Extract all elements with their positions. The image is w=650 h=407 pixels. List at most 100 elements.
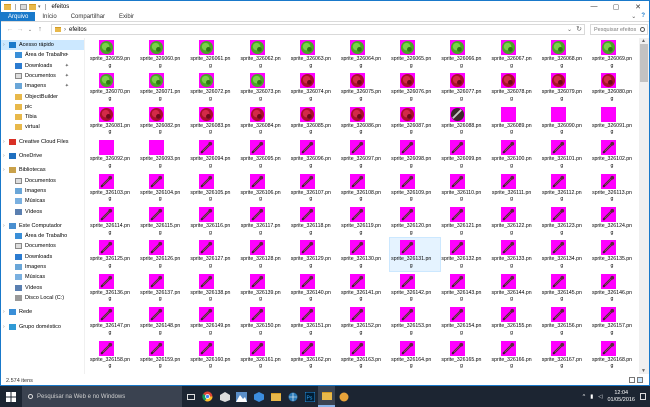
taskbar-photoshop[interactable]: Ps [301,386,318,407]
file-item[interactable]: sprite_326098.pn g [390,138,440,171]
chevron-right-icon[interactable]: › [64,27,66,33]
up-icon[interactable]: ↑ [35,26,45,33]
file-item[interactable]: sprite_326067.pn g [491,38,541,71]
tab-view[interactable]: Exibir [112,12,141,21]
file-item[interactable]: sprite_326076.pn g [390,71,440,104]
sidebar-item-v-deos[interactable]: Vídeos [1,207,84,217]
sidebar-item-pic[interactable]: pic [1,102,84,112]
taskbar-folder[interactable] [267,386,284,407]
notifications-icon[interactable] [640,393,646,400]
address-dropdown-icon[interactable]: ⌄ [567,26,572,33]
file-item[interactable]: sprite_326150.pn g [240,305,290,338]
file-item[interactable]: sprite_326062.pn g [240,38,290,71]
task-view-button[interactable] [182,386,199,407]
file-item[interactable]: sprite_326123.pn g [541,205,591,238]
file-item[interactable]: sprite_326097.pn g [340,138,390,171]
file-item[interactable]: sprite_326101.pn g [541,138,591,171]
file-item[interactable]: sprite_326092.pn g [89,138,139,171]
file-item[interactable]: sprite_326059.pn g [89,38,139,71]
file-item[interactable]: sprite_326126.pn g [139,238,189,271]
tab-share[interactable]: Compartilhar [64,12,112,21]
file-item[interactable]: sprite_326155.pn g [491,305,541,338]
sidebar-item-este-computador[interactable]: › Este Computador [1,221,84,231]
file-item[interactable]: sprite_326142.pn g [390,272,440,305]
sidebar-item-imagens[interactable]: Imagens [1,262,84,272]
file-item[interactable]: sprite_326100.pn g [491,138,541,171]
expand-ribbon-icon[interactable]: ⌄ [631,13,636,20]
file-item[interactable]: sprite_326103.pn g [89,172,139,205]
file-item[interactable]: sprite_326078.pn g [491,71,541,104]
file-item[interactable]: sprite_326128.pn g [240,238,290,271]
file-item[interactable]: sprite_326093.pn g [139,138,189,171]
file-item[interactable]: sprite_326065.pn g [390,38,440,71]
volume-icon[interactable]: ◁ [598,394,602,400]
taskbar-chrome[interactable] [199,386,216,407]
file-item[interactable]: sprite_326138.pn g [189,272,239,305]
taskbar-unity[interactable] [216,386,233,407]
show-hidden-icons-icon[interactable]: ^ [583,394,586,400]
file-item[interactable]: sprite_326137.pn g [139,272,189,305]
file-item[interactable]: sprite_326131.pn g [389,237,442,273]
file-item[interactable]: sprite_326141.pn g [340,272,390,305]
sidebar-item-tibia[interactable]: Tibia [1,112,84,122]
file-item[interactable]: sprite_326090.pn g [541,105,591,138]
file-item[interactable]: sprite_326102.pn g [591,138,637,171]
pin-icon[interactable]: ✦ [65,83,69,89]
file-item[interactable]: sprite_326072.pn g [189,71,239,104]
file-item[interactable]: sprite_326108.pn g [340,172,390,205]
file-item[interactable]: sprite_326132.pn g [440,238,490,271]
taskbar-app-globe[interactable] [284,386,301,407]
sidebar-item-imagens[interactable]: Imagens ✦ [1,81,84,91]
file-item[interactable]: sprite_326121.pn g [440,205,490,238]
file-item[interactable]: sprite_326070.pn g [89,71,139,104]
scrollbar-thumb[interactable] [640,44,648,82]
file-item[interactable]: sprite_326119.pn g [340,205,390,238]
file-item[interactable]: sprite_326106.pn g [240,172,290,205]
sidebar-item--rea-de-trabalho[interactable]: Área de Trabalho ✦ [1,50,84,60]
file-item[interactable]: sprite_326156.pn g [541,305,591,338]
file-item[interactable]: sprite_326144.pn g [491,272,541,305]
file-item[interactable]: sprite_326120.pn g [390,205,440,238]
file-item[interactable]: sprite_326139.pn g [240,272,290,305]
file-item[interactable]: sprite_326073.pn g [240,71,290,104]
file-item[interactable]: sprite_326118.pn g [290,205,340,238]
file-item[interactable]: sprite_326152.pn g [340,305,390,338]
help-icon[interactable]: ? [641,13,645,20]
file-item[interactable]: sprite_326109.pn g [390,172,440,205]
file-item[interactable]: sprite_326148.pn g [139,305,189,338]
file-item[interactable]: sprite_326079.pn g [541,71,591,104]
sidebar-item-disco-local-c-[interactable]: Disco Local (C:) [1,293,84,303]
file-item[interactable]: sprite_326074.pn g [290,71,340,104]
clock[interactable]: 12:04 01/05/2016 [607,390,635,404]
file-item[interactable]: sprite_326068.pn g [541,38,591,71]
vertical-scrollbar[interactable]: ▲ ▼ [639,38,649,374]
sidebar-item-grupo-dom-stico[interactable]: › Grupo doméstico [1,322,84,332]
recent-locations-icon[interactable]: ⌄ [25,27,35,33]
forward-icon[interactable]: → [15,26,25,33]
file-item[interactable]: sprite_326089.pn g [491,105,541,138]
file-item[interactable]: sprite_326124.pn g [591,205,637,238]
file-item[interactable]: sprite_326107.pn g [290,172,340,205]
scroll-down-icon[interactable]: ▼ [641,368,646,374]
file-item[interactable]: sprite_326129.pn g [290,238,340,271]
file-item[interactable]: sprite_326066.pn g [440,38,490,71]
file-item[interactable]: sprite_326147.pn g [89,305,139,338]
tab-home[interactable]: Início [35,12,63,21]
file-item[interactable]: sprite_326158.pn g [89,339,139,372]
pin-icon[interactable]: ✦ [65,52,69,58]
file-item[interactable]: sprite_326164.pn g [390,339,440,372]
sidebar-item--rea-de-trabalho[interactable]: Área de Trabalho [1,231,84,241]
file-item[interactable]: sprite_326127.pn g [189,238,239,271]
new-folder-icon[interactable] [29,3,36,10]
file-item[interactable]: sprite_326161.pn g [240,339,290,372]
file-item[interactable]: sprite_326096.pn g [290,138,340,171]
file-item[interactable]: sprite_326075.pn g [340,71,390,104]
file-item[interactable]: sprite_326104.pn g [139,172,189,205]
file-item[interactable]: sprite_326135.pn g [591,238,637,271]
file-item[interactable]: sprite_326136.pn g [89,272,139,305]
sidebar-item-virtual[interactable]: virtual [1,122,84,132]
minimize-button[interactable]: — [583,1,605,12]
file-item[interactable]: sprite_326088.pn g [440,105,490,138]
properties-icon[interactable] [20,3,27,10]
file-item[interactable]: sprite_326105.pn g [189,172,239,205]
